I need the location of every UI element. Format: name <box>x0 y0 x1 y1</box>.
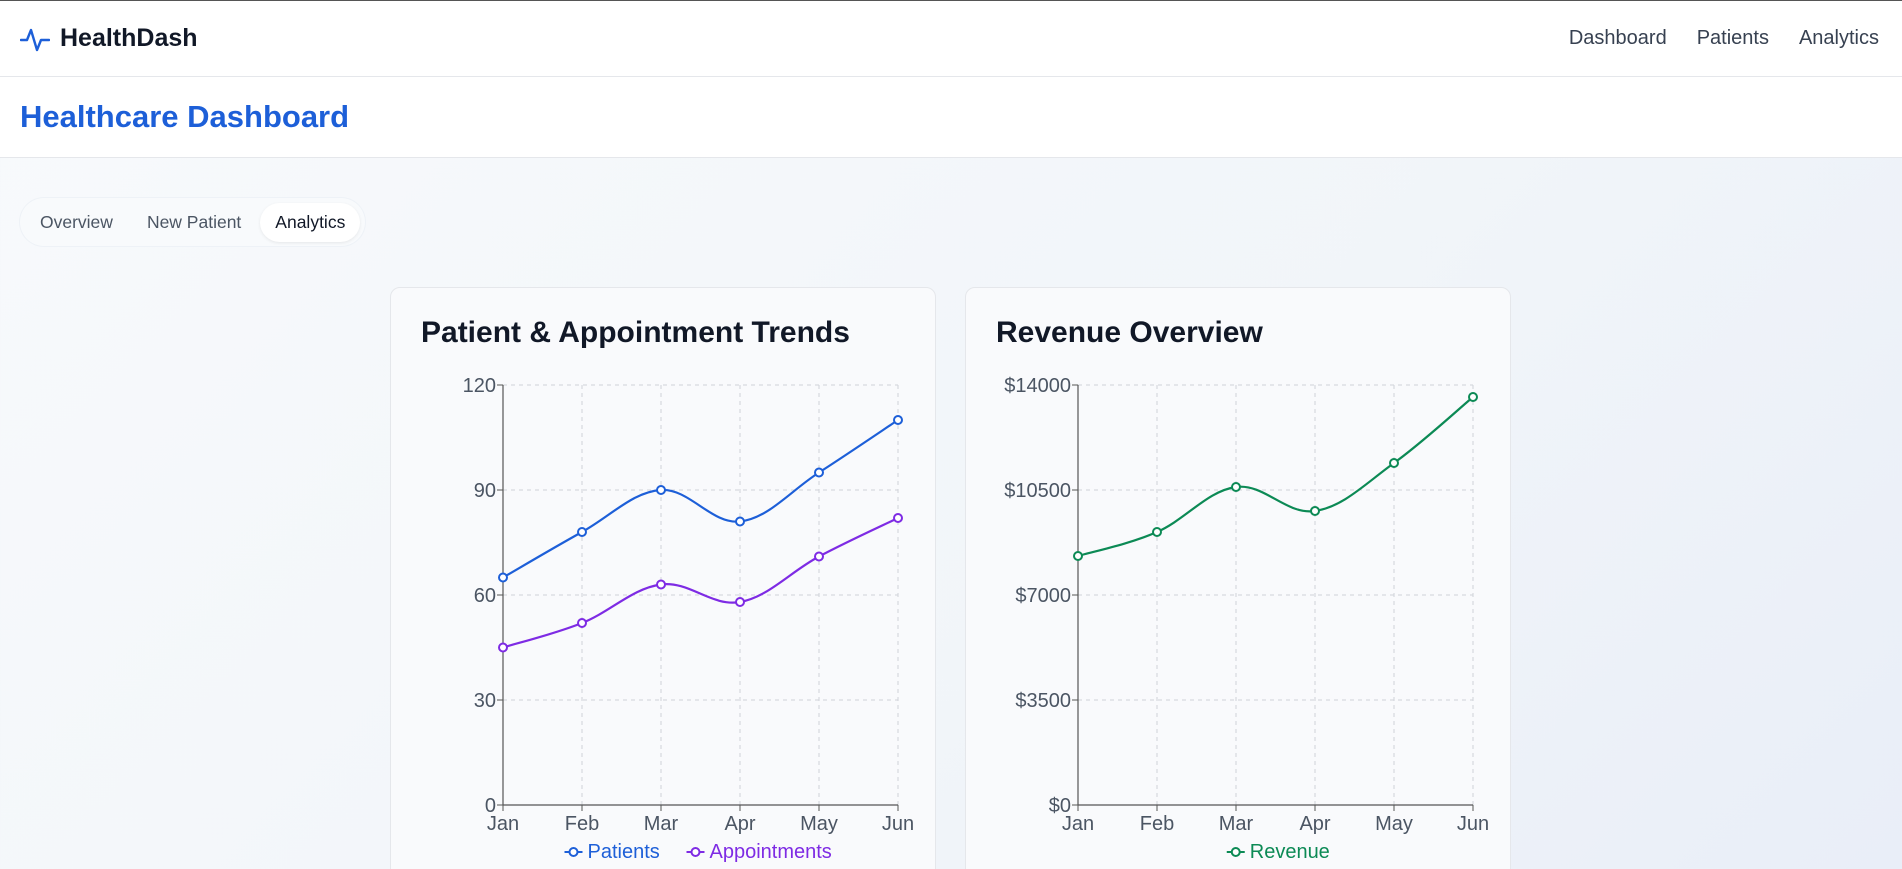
revenue-chart: $0$3500$7000$10500$14000Jan Feb Mar Apr May J… <box>1004 375 1489 863</box>
nav-link-dashboard[interactable]: Dashboard <box>1569 27 1667 50</box>
tab-list: Overview New Patient Analytics <box>20 198 366 246</box>
x-tick-label: May <box>1375 813 1413 835</box>
data-point-appointments[interactable] <box>577 618 587 628</box>
activity-pulse-icon <box>20 24 50 54</box>
x-tick-label: Mar <box>1219 813 1254 835</box>
page-header: Healthcare Dashboard <box>0 77 1902 158</box>
tab-new-patient[interactable]: New Patient <box>132 203 256 242</box>
legend-item-patients[interactable]: Patients <box>564 841 660 863</box>
patient-trends-chart: 0306090120Jan Feb Mar Apr May JunPatients Appo… <box>463 375 915 863</box>
series-line-appointments <box>502 517 899 649</box>
data-point-revenue[interactable] <box>1073 551 1083 561</box>
data-point-appointments[interactable] <box>814 551 824 562</box>
x-tick-label: Jun <box>1457 813 1489 835</box>
brand-name: HealthDash <box>60 24 198 52</box>
main-nav: Dashboard Patients Analytics <box>1569 27 1882 50</box>
tab-analytics[interactable]: Analytics <box>260 202 361 242</box>
y-tick-label: $14000 <box>1004 375 1071 397</box>
data-point-revenue[interactable] <box>1152 527 1162 537</box>
legend-label: Patients <box>588 841 660 863</box>
series-line-revenue <box>1077 396 1474 558</box>
brand[interactable]: HealthDash <box>20 24 198 54</box>
x-tick-label: Jan <box>487 813 519 835</box>
x-tick-label: Apr <box>724 813 755 835</box>
data-point-appointments[interactable] <box>893 513 903 523</box>
data-point-revenue[interactable] <box>1310 506 1320 516</box>
data-point-patients[interactable] <box>656 485 666 495</box>
y-tick-label: 90 <box>474 480 496 502</box>
legend-label: Appointments <box>710 841 832 863</box>
y-tick-label: 30 <box>474 690 496 712</box>
series-line-patients <box>502 419 899 579</box>
y-tick-label: 120 <box>463 375 496 397</box>
x-tick-label: May <box>800 813 838 835</box>
x-tick-label: Apr <box>1299 813 1330 835</box>
x-tick-label: Jun <box>882 813 914 835</box>
data-point-patients[interactable] <box>498 572 508 583</box>
data-point-patients[interactable] <box>577 527 587 537</box>
legend-item-appointments[interactable]: Appointments <box>686 841 832 863</box>
revenue-card: Revenue Overview $0 $3500 $7000 $10500 $1400… <box>965 287 1511 869</box>
data-point-appointments[interactable] <box>498 642 508 653</box>
page-title: Healthcare Dashboard <box>20 99 350 134</box>
data-point-appointments[interactable] <box>735 597 745 607</box>
legend-item-revenue[interactable]: Revenue <box>1226 841 1330 863</box>
y-tick-label: 60 <box>474 585 496 607</box>
data-point-patients[interactable] <box>893 415 903 425</box>
data-point-patients[interactable] <box>735 516 745 527</box>
x-tick-label: Jan <box>1062 813 1094 835</box>
data-point-revenue[interactable] <box>1389 458 1399 468</box>
x-tick-label: Feb <box>565 813 599 835</box>
legend-marker <box>690 847 701 857</box>
legend: Patients Appointments <box>564 841 832 863</box>
legend-marker <box>1230 847 1241 857</box>
data-point-appointments[interactable] <box>656 579 666 590</box>
nav-link-patients[interactable]: Patients <box>1697 27 1769 50</box>
tab-overview[interactable]: Overview <box>25 203 128 242</box>
data-point-revenue[interactable] <box>1231 482 1241 492</box>
legend-marker <box>568 847 579 857</box>
top-navbar: HealthDash Dashboard Patients Analytics <box>0 0 1902 77</box>
data-point-revenue[interactable] <box>1468 392 1478 402</box>
x-tick-label: Mar <box>644 813 679 835</box>
legend-label: Revenue <box>1250 841 1330 863</box>
nav-link-analytics[interactable]: Analytics <box>1799 27 1879 50</box>
patient-trends-card: Patient & Appointment Trends 0 30 60 90 120 J… <box>390 287 936 869</box>
grid <box>503 384 899 805</box>
y-tick-label: $7000 <box>1015 585 1071 607</box>
x-tick-label: Feb <box>1140 813 1174 835</box>
data-point-patients[interactable] <box>814 467 824 478</box>
y-tick-label: $3500 <box>1015 690 1071 712</box>
y-tick-label: $10500 <box>1004 480 1071 502</box>
legend: Revenue <box>1226 841 1330 863</box>
